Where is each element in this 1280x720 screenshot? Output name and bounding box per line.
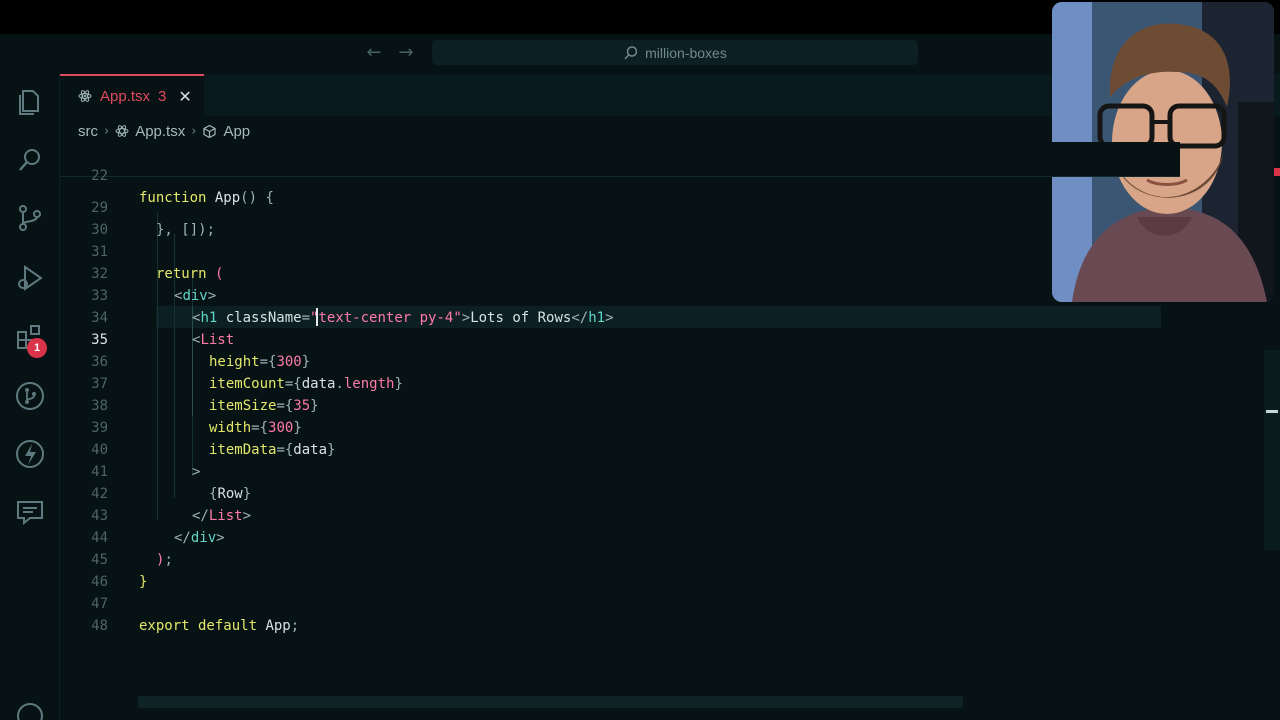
horizontal-scrollbar[interactable] (138, 696, 963, 708)
line-number: 22 (91, 168, 108, 184)
sticky-scroll-header[interactable]: 22 function App() { (60, 142, 1180, 206)
lightning-icon[interactable] (14, 438, 46, 470)
code-row: 32 <div> (91, 266, 217, 304)
scrollbar-error-marker (1274, 168, 1280, 176)
code-row: 38 width={300} (91, 398, 302, 436)
text-cursor (316, 308, 318, 326)
code-row: 34 <List (91, 310, 235, 348)
command-center-search[interactable]: million-boxes (432, 40, 918, 65)
code-line: function App() { (139, 190, 274, 206)
tab-label: App.tsx (100, 87, 151, 105)
search-icon (624, 45, 638, 60)
code-row: 45 } (91, 552, 148, 590)
symbol-box-icon (203, 124, 217, 138)
chevron-right-icon: › (104, 123, 110, 139)
forward-arrow-icon[interactable]: → (396, 43, 416, 63)
code-row: 47 export default App; (91, 596, 300, 634)
back-arrow-icon[interactable]: ← (364, 43, 384, 63)
code-row: 48 (91, 618, 108, 634)
react-icon (78, 90, 92, 102)
code-row: 43 </div> (91, 508, 225, 546)
breadcrumb: src › App.tsx › App (78, 120, 250, 142)
search-icon[interactable] (14, 144, 46, 176)
extensions-badge: 1 (27, 338, 47, 358)
close-icon[interactable]: ✕ (178, 87, 191, 106)
vertical-scrollbar[interactable] (1264, 350, 1280, 550)
tab-app-tsx[interactable]: App.tsx 3 ✕ (60, 74, 204, 116)
code-row: 33 <h1 className="text-center py-4">Lots… (91, 288, 614, 326)
react-icon (115, 125, 129, 137)
account-icon[interactable] (14, 700, 46, 720)
tab-problem-count: 3 (158, 87, 167, 105)
code-row: 42 </List> (91, 486, 252, 524)
indent-guide (157, 212, 158, 520)
breadcrumb-symbol[interactable]: App (223, 123, 250, 140)
activity-bar: 1 (0, 74, 60, 720)
chevron-right-icon: › (191, 123, 197, 139)
explorer-icon[interactable] (14, 86, 46, 118)
code-row: 39 itemData={data} (91, 420, 336, 458)
code-row: 36 itemCount={data.length} (91, 354, 403, 392)
run-debug-icon[interactable] (14, 262, 46, 294)
code-row-active: 35 height={300} (91, 332, 311, 370)
code-row: 37 itemSize={35} (91, 376, 319, 414)
code-row: 46 (91, 574, 108, 590)
chat-icon[interactable] (14, 496, 46, 528)
search-label: million-boxes (645, 44, 727, 61)
code-row: 44 ); (91, 530, 173, 568)
code-row: 40 > (91, 442, 201, 480)
code-row: 41 {Row} (91, 464, 252, 502)
source-control-icon[interactable] (14, 202, 46, 234)
scrollbar-cursor-marker (1266, 410, 1278, 413)
git-graph-icon[interactable] (14, 380, 46, 412)
breadcrumb-file[interactable]: App.tsx (135, 123, 185, 140)
breadcrumb-folder[interactable]: src (78, 123, 98, 140)
